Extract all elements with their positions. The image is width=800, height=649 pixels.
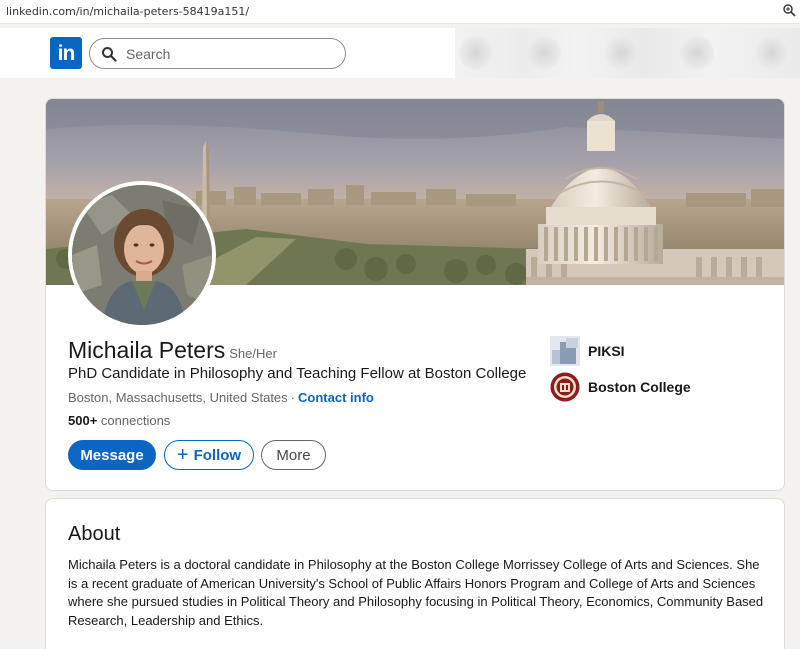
- about-title: About: [68, 523, 121, 545]
- profile-name: Michaila Peters: [68, 337, 226, 363]
- linkedin-logo[interactable]: in: [50, 37, 82, 69]
- zoom-icon[interactable]: [782, 3, 796, 17]
- about-card: About Michaila Peters is a doctoral cand…: [45, 498, 785, 649]
- browser-address-bar[interactable]: linkedin.com/in/michaila-peters-58419a15…: [0, 0, 800, 24]
- profile-photo: [72, 185, 212, 325]
- message-button[interactable]: Message: [68, 440, 156, 470]
- name-row: Michaila Peters She/Her: [68, 337, 277, 367]
- search-box[interactable]: [89, 38, 346, 69]
- location-separator: ·: [290, 390, 296, 405]
- piksi-logo-icon: [550, 336, 580, 366]
- connections-number: 500+: [68, 413, 98, 428]
- location-row: Boston, Massachusetts, United States · Con…: [68, 390, 374, 405]
- org-item-piksi[interactable]: PIKSI: [550, 336, 625, 366]
- pronouns: She/Her: [229, 346, 277, 361]
- plus-icon: +: [176, 443, 189, 466]
- profile-card: Michaila Peters She/Her PhD Candidate in …: [45, 98, 785, 491]
- more-button[interactable]: More: [261, 440, 326, 470]
- avatar[interactable]: [72, 185, 212, 325]
- connections-label: connections: [100, 413, 171, 428]
- follow-button[interactable]: + Follow: [164, 440, 254, 470]
- profile-headline: PhD Candidate in Philosophy and Teaching…: [68, 365, 527, 382]
- org-name-boston-college: Boston College: [588, 379, 691, 395]
- location-text: Boston, Massachusetts, United States: [68, 390, 288, 405]
- connections-count[interactable]: 500+ connections: [68, 413, 170, 428]
- org-name-piksi: PIKSI: [588, 343, 625, 359]
- url-text[interactable]: linkedin.com/in/michaila-peters-58419a15…: [6, 5, 249, 18]
- top-nav: in: [0, 28, 800, 78]
- follow-label: Follow: [193, 446, 242, 464]
- boston-college-seal-icon: [550, 372, 580, 402]
- contact-info-link[interactable]: Contact info: [298, 390, 374, 405]
- about-text: Michaila Peters is a doctoral candidate …: [68, 557, 764, 629]
- search-input[interactable]: [126, 45, 326, 63]
- org-item-boston-college[interactable]: Boston College: [550, 372, 691, 402]
- blurred-nav-icons: [455, 28, 800, 78]
- search-icon: [102, 47, 117, 62]
